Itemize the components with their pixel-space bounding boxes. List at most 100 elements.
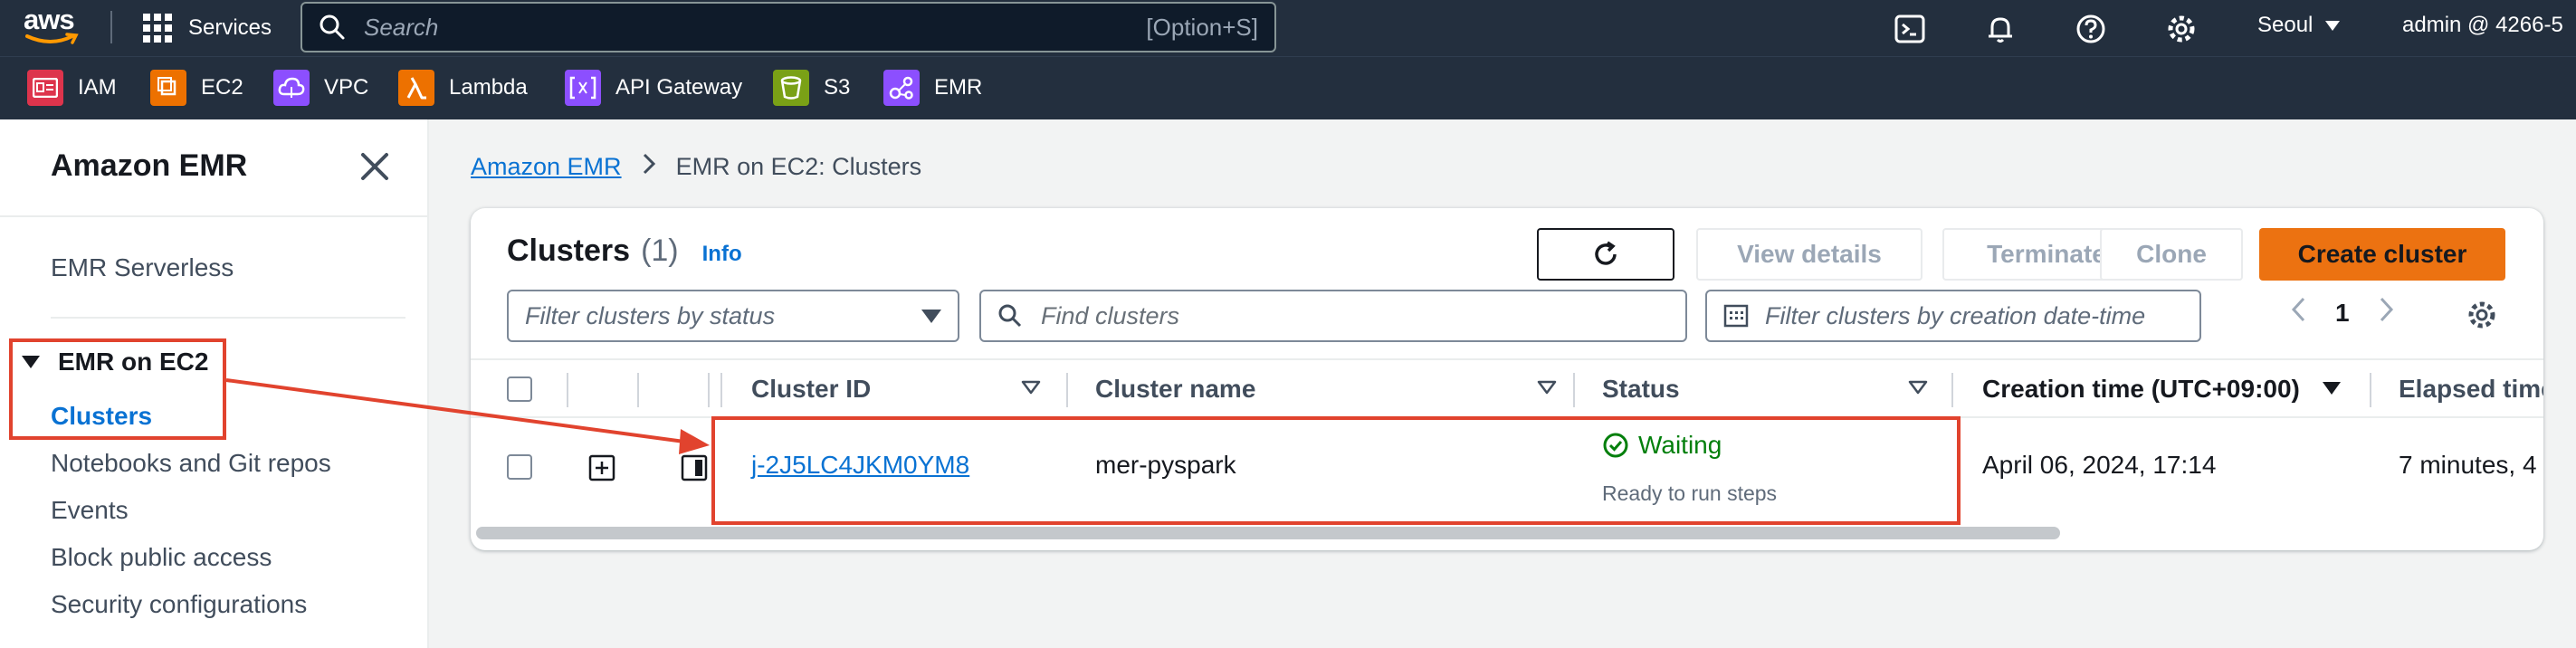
settings-gear-icon[interactable] bbox=[2163, 11, 2199, 47]
lambda-service-icon bbox=[398, 70, 434, 106]
chevron-right-icon bbox=[642, 152, 656, 182]
sidebar-title[interactable]: Amazon EMR bbox=[51, 148, 247, 184]
notifications-bell-icon[interactable] bbox=[1982, 11, 2018, 47]
favorite-label: S3 bbox=[824, 75, 851, 100]
sidebar-divider bbox=[0, 215, 427, 217]
prev-page-icon[interactable] bbox=[2290, 295, 2308, 330]
favorite-label: API Gateway bbox=[615, 75, 743, 100]
emr-service-icon bbox=[883, 70, 920, 106]
aws-logo[interactable]: aws bbox=[24, 5, 87, 49]
status-filter-select[interactable]: Filter clusters by status bbox=[507, 290, 959, 342]
expand-row-icon[interactable] bbox=[588, 454, 615, 486]
column-separator bbox=[1066, 373, 1068, 407]
topbar-divider bbox=[110, 11, 112, 43]
search-icon bbox=[998, 304, 1022, 328]
global-search-input[interactable] bbox=[362, 12, 1147, 43]
sidebar-item-block-public-access[interactable]: Block public access bbox=[51, 543, 272, 572]
favorite-ec2[interactable]: EC2 bbox=[150, 69, 243, 107]
row-select-checkbox[interactable] bbox=[507, 454, 532, 480]
region-label: Seoul bbox=[2257, 13, 2314, 37]
next-page-icon[interactable] bbox=[2377, 295, 2395, 330]
elapsed-time-cell: 7 minutes, 4 bbox=[2399, 451, 2537, 479]
account-menu[interactable]: admin @ 4266-5 bbox=[2402, 13, 2563, 38]
services-menu-button[interactable]: Services bbox=[143, 11, 272, 45]
search-icon bbox=[320, 14, 345, 40]
close-sidebar-icon[interactable] bbox=[358, 150, 391, 183]
column-separator bbox=[637, 373, 639, 407]
api-gateway-service-icon bbox=[565, 70, 601, 106]
aws-logo-text: aws bbox=[24, 4, 75, 35]
breadcrumb-root-link[interactable]: Amazon EMR bbox=[471, 153, 622, 181]
pagination: 1 bbox=[2290, 295, 2395, 330]
favorite-label: VPC bbox=[324, 75, 369, 100]
info-link[interactable]: Info bbox=[702, 242, 742, 267]
sidebar-item-security-configurations[interactable]: Security configurations bbox=[51, 590, 307, 619]
column-separator bbox=[1951, 373, 1953, 407]
sidebar-item-events[interactable]: Events bbox=[51, 496, 129, 525]
favorite-iam[interactable]: IAM bbox=[27, 69, 117, 107]
column-header-cluster-id[interactable]: Cluster ID bbox=[751, 375, 871, 404]
annotation-highlight-cluster-row bbox=[711, 416, 1961, 525]
favorite-label: IAM bbox=[78, 75, 117, 100]
aws-smile-icon bbox=[25, 33, 79, 44]
caret-down-icon bbox=[921, 309, 941, 323]
column-separator bbox=[708, 373, 710, 407]
page-title: Clusters bbox=[507, 233, 631, 268]
cluster-count: (1) bbox=[641, 233, 679, 268]
panel-header: Clusters (1) Info bbox=[507, 233, 742, 269]
favorite-label: EC2 bbox=[201, 75, 243, 100]
sidebar-section-divider bbox=[51, 317, 405, 319]
column-separator bbox=[720, 373, 722, 407]
column-header-status[interactable]: Status bbox=[1602, 375, 1680, 404]
global-search-box[interactable]: [Option+S] bbox=[301, 2, 1276, 52]
creation-time-cell: April 06, 2024, 17:14 bbox=[1982, 451, 2217, 479]
favorite-vpc[interactable]: VPC bbox=[273, 69, 368, 107]
breadcrumb-current: EMR on EC2: Clusters bbox=[675, 153, 922, 180]
table-preferences-gear-icon[interactable] bbox=[2466, 299, 2498, 336]
current-page[interactable]: 1 bbox=[2335, 299, 2350, 328]
favorite-api-gateway[interactable]: API Gateway bbox=[565, 69, 742, 107]
create-cluster-button[interactable]: Create cluster bbox=[2259, 228, 2505, 281]
column-header-cluster-name[interactable]: Cluster name bbox=[1095, 375, 1255, 404]
view-details-button[interactable]: View details bbox=[1696, 228, 1922, 281]
sort-descending-icon[interactable] bbox=[2323, 382, 2341, 395]
column-separator bbox=[2370, 373, 2371, 407]
annotation-highlight-sidebar bbox=[9, 338, 226, 440]
region-selector[interactable]: Seoul bbox=[2257, 13, 2341, 38]
horizontal-scrollbar[interactable] bbox=[476, 527, 2060, 539]
details-panel-icon[interactable] bbox=[681, 454, 708, 486]
favorite-label: Lambda bbox=[449, 75, 528, 100]
column-header-elapsed-time[interactable]: Elapsed time bbox=[2399, 375, 2543, 404]
column-separator bbox=[567, 373, 568, 407]
status-filter-placeholder: Filter clusters by status bbox=[525, 301, 776, 329]
table-header: Cluster ID Cluster name Status Creation … bbox=[471, 358, 2543, 418]
date-filter-picker[interactable]: Filter clusters by creation date-time bbox=[1705, 290, 2201, 342]
favorite-emr[interactable]: EMR bbox=[883, 69, 982, 107]
cloudshell-icon[interactable] bbox=[1892, 11, 1928, 47]
search-shortcut-hint: [Option+S] bbox=[1146, 13, 1258, 41]
refresh-button[interactable] bbox=[1537, 228, 1674, 281]
vpc-service-icon bbox=[273, 70, 310, 106]
find-clusters-input[interactable] bbox=[1039, 300, 1669, 331]
clone-button[interactable]: Clone bbox=[2100, 228, 2243, 281]
ec2-service-icon bbox=[150, 70, 186, 106]
select-all-checkbox[interactable] bbox=[507, 376, 532, 402]
sidebar-item-notebooks[interactable]: Notebooks and Git repos bbox=[51, 449, 331, 478]
date-filter-placeholder: Filter clusters by creation date-time bbox=[1765, 301, 2146, 329]
services-grid-icon bbox=[143, 14, 172, 43]
iam-service-icon bbox=[27, 70, 63, 106]
s3-bucket-icon bbox=[773, 70, 809, 106]
favorite-lambda[interactable]: Lambda bbox=[398, 69, 528, 107]
favorites-bar bbox=[0, 56, 2576, 119]
calendar-icon bbox=[1723, 304, 1749, 328]
favorite-s3[interactable]: S3 bbox=[773, 69, 850, 107]
favorite-label: EMR bbox=[934, 75, 983, 100]
column-header-creation-time[interactable]: Creation time (UTC+09:00) bbox=[1982, 375, 2300, 404]
sidebar-item-emr-serverless[interactable]: EMR Serverless bbox=[51, 253, 234, 282]
column-separator bbox=[1573, 373, 1575, 407]
find-clusters-search[interactable] bbox=[979, 290, 1687, 342]
services-label: Services bbox=[188, 15, 272, 40]
help-icon[interactable] bbox=[2073, 11, 2109, 47]
top-navigation-bar: aws Services [Option+S] Seoul admin @ bbox=[0, 0, 2576, 56]
account-label: admin @ 4266-5 bbox=[2402, 13, 2563, 37]
